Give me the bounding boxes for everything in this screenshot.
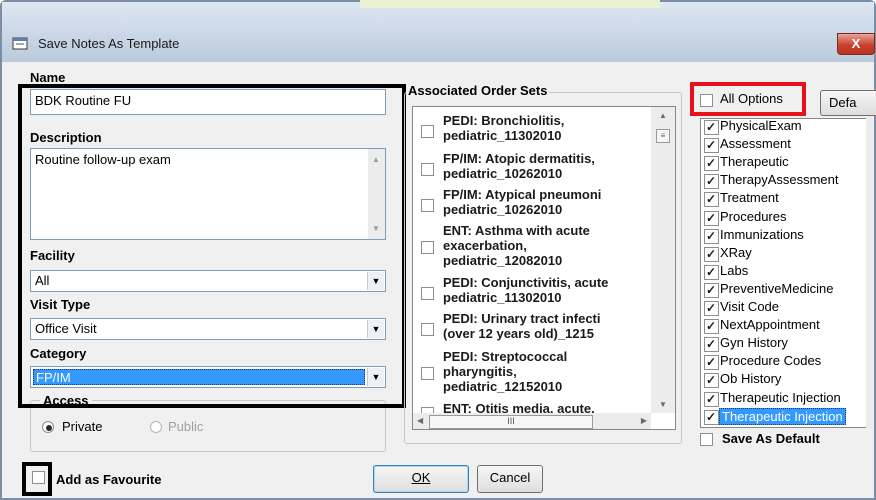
option-label: XRay [720, 244, 752, 260]
option-label: TherapyAssessment [720, 172, 839, 188]
option-label: Immunizations [720, 226, 804, 242]
list-item[interactable]: PEDI: Conjunctivitis, acute pediatric_11… [413, 275, 647, 309]
order-checkbox[interactable] [421, 163, 434, 176]
background-strip [360, 0, 660, 8]
order-sets-label: Associated Order Sets [406, 83, 550, 98]
option-label: PhysicalExam [720, 118, 802, 133]
order-checkbox[interactable] [421, 323, 434, 336]
option-label: Therapeutic Injection [720, 389, 841, 405]
option-label: NextAppointment [720, 317, 820, 333]
order-sets-hscrollbar[interactable]: ◀ III ▶ [413, 413, 651, 429]
order-checkbox[interactable] [421, 367, 434, 380]
option-label: Therapeutic Injection [719, 407, 846, 425]
option-checkbox[interactable] [704, 245, 719, 263]
scroll-thumb[interactable]: ≡ [656, 129, 670, 143]
option-label: Ob History [720, 371, 782, 387]
option-checkbox[interactable] [704, 227, 719, 245]
private-radio[interactable] [42, 421, 54, 433]
list-item[interactable]: PEDI: Streptococcal pharyngitis, pediatr… [413, 349, 647, 397]
cancel-button[interactable]: Cancel [477, 465, 543, 493]
order-sets-vscrollbar[interactable]: ▲ ≡ ▼ [651, 107, 675, 413]
options-scrollbar[interactable] [866, 118, 872, 428]
favourite-highlight-box [22, 462, 52, 496]
list-item[interactable]: FP/IM: Atypical pneumoni pediatric_10262… [413, 187, 647, 221]
title-bar[interactable] [2, 2, 874, 62]
name-label: Name [30, 70, 66, 85]
option-checkbox[interactable] [704, 136, 719, 154]
cancel-button-label: Cancel [489, 470, 531, 485]
option-checkbox[interactable] [704, 408, 719, 426]
option-checkbox[interactable] [704, 281, 719, 299]
option-checkbox[interactable] [704, 154, 719, 172]
default-button[interactable]: Defa [820, 90, 876, 116]
list-item[interactable]: ENT: Asthma with acute exacerbation, ped… [413, 223, 647, 271]
order-checkbox[interactable] [421, 125, 434, 138]
option-checkbox[interactable] [704, 118, 719, 136]
option-checkbox[interactable] [704, 371, 719, 389]
save-as-default-checkbox[interactable] [700, 433, 713, 446]
notes-icon [12, 36, 28, 50]
option-checkbox[interactable] [704, 390, 719, 408]
save-as-default-label[interactable]: Save As Default [722, 431, 820, 446]
option-checkbox[interactable] [704, 209, 719, 227]
option-checkbox[interactable] [704, 263, 719, 281]
option-checkbox[interactable] [704, 172, 719, 190]
list-item[interactable]: PEDI: Bronchiolitis, pediatric_11302010 [413, 113, 647, 147]
list-item[interactable]: PEDI: Urinary tract infecti (over 12 yea… [413, 311, 647, 345]
option-label: Procedure Codes [720, 353, 822, 369]
ok-button-label: OK [411, 470, 431, 485]
option-label: Visit Code [720, 299, 780, 314]
form-highlight-box [18, 84, 406, 408]
close-button[interactable]: X [837, 33, 875, 55]
option-checkbox[interactable] [704, 317, 719, 335]
option-checkbox[interactable] [704, 299, 719, 317]
option-label: Gyn History [720, 335, 788, 351]
order-checkbox[interactable] [421, 199, 434, 212]
favourite-label[interactable]: Add as Favourite [56, 472, 161, 487]
public-label[interactable]: Public [168, 419, 203, 434]
all-options-highlight-box [690, 82, 806, 116]
list-item[interactable]: FP/IM: Atopic dermatitis, pediatric_1026… [413, 151, 647, 185]
option-label: PreventiveMedicine [720, 280, 834, 296]
option-checkbox[interactable] [704, 335, 719, 353]
option-label: Procedures [720, 208, 787, 224]
order-checkbox[interactable] [421, 287, 434, 300]
ok-button[interactable]: OK [373, 465, 469, 493]
window-title: Save Notes As Template [38, 36, 180, 51]
option-label: Assessment [720, 136, 791, 152]
option-checkbox[interactable] [704, 190, 719, 208]
public-radio[interactable] [150, 421, 162, 433]
order-checkbox[interactable] [421, 241, 434, 254]
option-label: Treatment [720, 190, 779, 206]
option-checkbox[interactable] [704, 353, 719, 371]
order-sets-list[interactable]: PEDI: Bronchiolitis, pediatric_11302010 … [412, 106, 676, 430]
option-label: Therapeutic [720, 154, 789, 170]
options-items: PhysicalExam Assessment Therapeutic Therapy… [700, 118, 872, 428]
private-label[interactable]: Private [62, 419, 102, 434]
option-label: Labs [720, 262, 749, 278]
hscroll-thumb[interactable]: III [429, 415, 593, 429]
